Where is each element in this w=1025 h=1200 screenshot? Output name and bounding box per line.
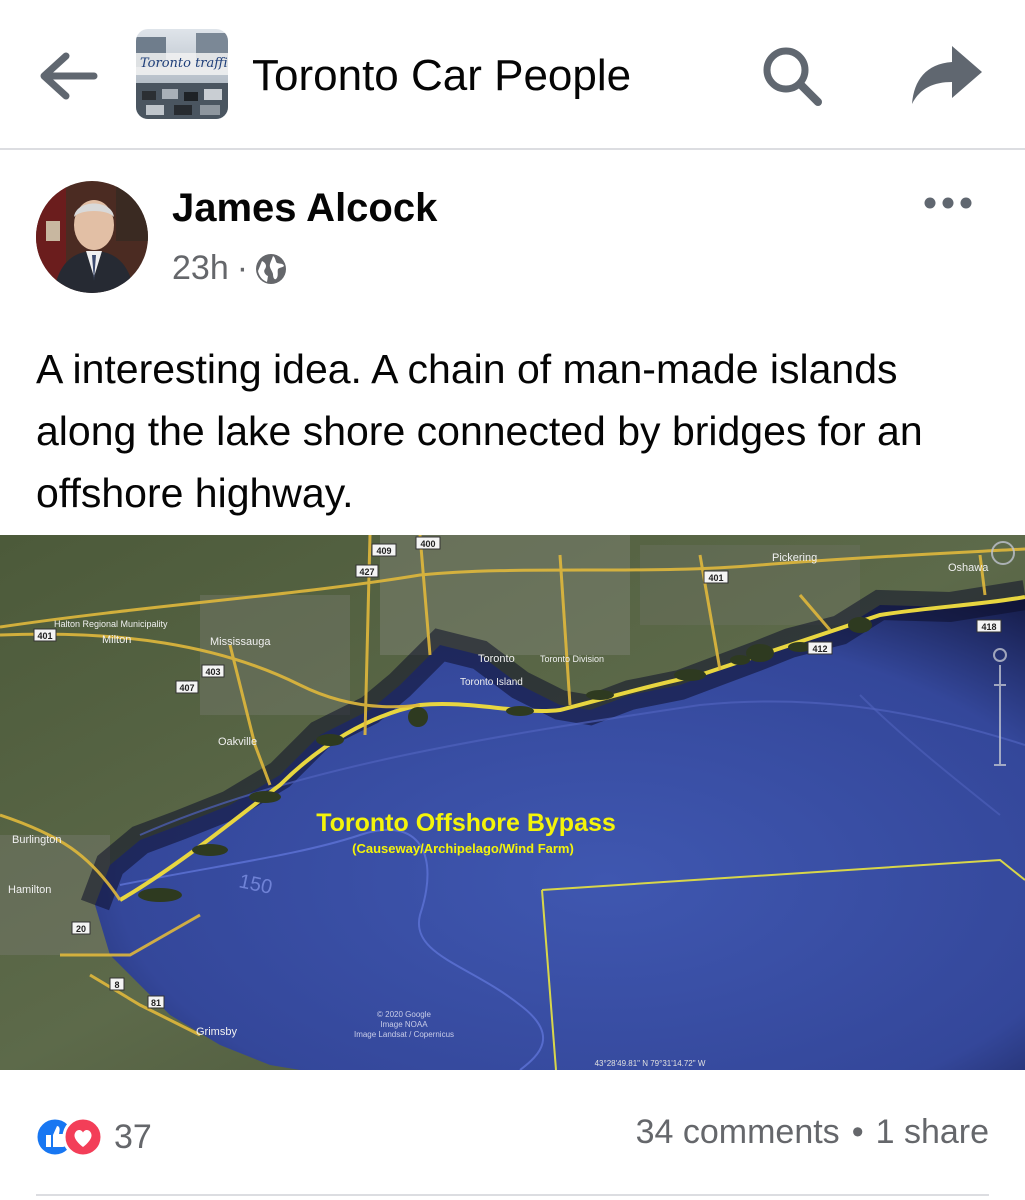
label-grimsby: Grimsby <box>196 1026 237 1038</box>
label-toronto-island: Toronto Island <box>460 677 523 688</box>
stats-separator: • <box>851 1113 864 1151</box>
post-meta: 23h · <box>172 247 288 289</box>
post-image-map[interactable]: Pickering Oshawa Halton Regional Municip… <box>0 535 1025 1070</box>
label-halton: Halton Regional Municipality <box>54 619 168 629</box>
shield-403: 403 <box>205 667 220 677</box>
more-options-icon[interactable] <box>920 188 976 218</box>
engagement-stats: 34 comments • 1 share <box>636 1113 989 1152</box>
shield-400: 400 <box>420 539 435 549</box>
shares-count-link[interactable]: 1 share <box>876 1113 989 1152</box>
globe-icon <box>256 254 287 284</box>
reaction-icons <box>34 1116 104 1158</box>
thumbnail-caption: Toronto traffic m <box>140 56 228 71</box>
label-oakville: Oakville <box>218 736 257 748</box>
label-mississauga: Mississauga <box>210 636 271 648</box>
attribution-google: © 2020 Google <box>377 1010 431 1019</box>
author-avatar[interactable] <box>36 181 148 293</box>
shield-412: 412 <box>812 644 827 654</box>
search-icon[interactable] <box>760 44 824 108</box>
shield-418: 418 <box>981 622 996 632</box>
shield-407: 407 <box>179 683 194 693</box>
post-text: A interesting idea. A chain of man-made … <box>36 346 923 516</box>
map-subtitle: (Causeway/Archipelago/Wind Farm) <box>352 841 574 856</box>
shield-8: 8 <box>114 980 119 990</box>
back-arrow-icon[interactable] <box>36 48 100 104</box>
meta-separator: · <box>236 248 249 287</box>
reactions-summary[interactable]: 37 <box>34 1115 152 1159</box>
shield-427: 427 <box>359 567 374 577</box>
share-icon[interactable] <box>910 42 984 108</box>
label-toronto: Toronto <box>478 653 515 665</box>
shield-409: 409 <box>376 546 391 556</box>
map-coordinates: 43°28'49.81" N 79°31'14.72" W <box>595 1059 706 1068</box>
label-burlington: Burlington <box>12 834 62 846</box>
shield-401-east: 401 <box>708 573 723 583</box>
map-title: Toronto Offshore Bypass <box>316 809 616 837</box>
post-time[interactable]: 23h <box>172 249 229 288</box>
shield-401-west: 401 <box>37 631 52 641</box>
attribution-landsat: Image Landsat / Copernicus <box>354 1030 454 1039</box>
divider <box>36 1194 989 1196</box>
label-toronto-division: Toronto Division <box>540 654 604 664</box>
shield-20: 20 <box>76 924 86 934</box>
label-pickering: Pickering <box>772 552 817 564</box>
label-milton: Milton <box>102 634 131 646</box>
attribution-noaa: Image NOAA <box>380 1020 428 1029</box>
group-thumbnail[interactable]: Toronto traffic m <box>136 29 228 119</box>
author-name[interactable]: James Alcock <box>172 184 437 232</box>
label-oshawa: Oshawa <box>948 562 989 574</box>
comments-count-link[interactable]: 34 comments <box>636 1113 840 1152</box>
group-title[interactable]: Toronto Car People <box>252 50 631 102</box>
shield-81: 81 <box>151 998 161 1008</box>
reaction-count: 37 <box>114 1117 152 1156</box>
top-bar: Toronto traffic m Toronto Car People <box>0 0 1025 150</box>
label-hamilton: Hamilton <box>8 884 51 896</box>
